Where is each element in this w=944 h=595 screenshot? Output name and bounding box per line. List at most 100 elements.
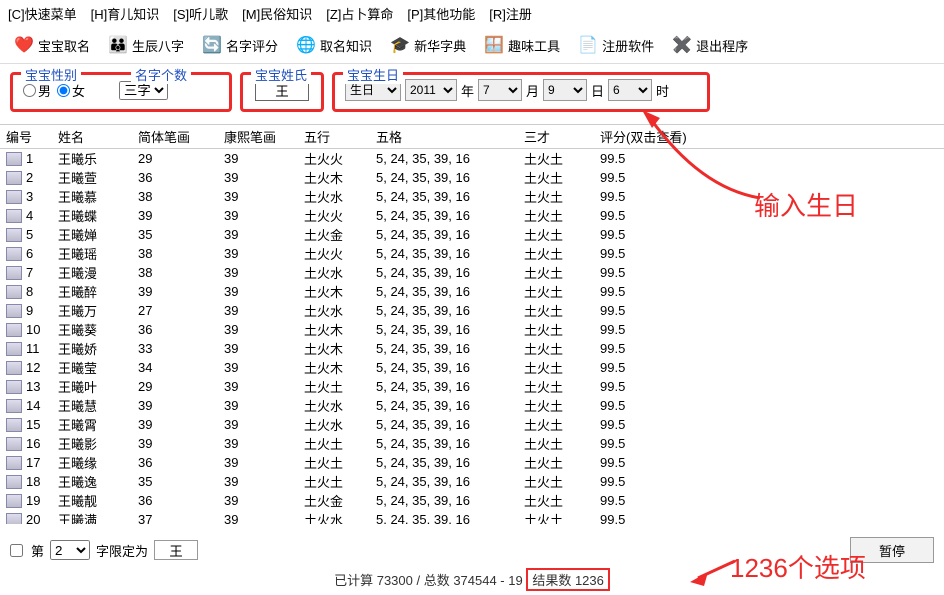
- menu-fortune[interactable]: [Z]占卜算命: [326, 4, 393, 23]
- cell-jianti: 36: [132, 491, 218, 510]
- bd-year-select[interactable]: 2011: [405, 79, 457, 101]
- cell-wuge: 5, 24, 35, 39, 16: [370, 396, 518, 415]
- table-row[interactable]: 4王曦蝶3939土火火5, 24, 35, 39, 16土火土99.5: [0, 206, 944, 225]
- tool-bazi[interactable]: 👪生辰八字: [100, 31, 192, 59]
- cell-id: 11: [0, 339, 52, 359]
- cell-wuge: 5, 24, 35, 39, 16: [370, 301, 518, 320]
- tool-knowledge[interactable]: 🌐取名知识: [288, 31, 380, 59]
- th-id[interactable]: 编号: [0, 125, 52, 148]
- menu-other[interactable]: [P]其他功能: [407, 4, 475, 23]
- tool-label: 退出程序: [696, 36, 748, 55]
- th-kangxi[interactable]: 康熙笔画: [218, 125, 298, 148]
- th-wuxing[interactable]: 五行: [298, 125, 370, 148]
- table-row[interactable]: 3王曦慕3839土火水5, 24, 35, 39, 16土火土99.5: [0, 187, 944, 206]
- cell-score: 99.5: [594, 377, 714, 396]
- radio-female-input[interactable]: [57, 84, 70, 97]
- tool-label: 名字评分: [226, 36, 278, 55]
- cell-score: 99.5: [594, 472, 714, 491]
- cell-wuge: 5, 24, 35, 39, 16: [370, 263, 518, 282]
- cell-id: 1: [0, 149, 52, 169]
- menu-bar: [C]快速菜单 [H]育儿知识 [S]听儿歌 [M]民俗知识 [Z]占卜算命 […: [0, 0, 944, 27]
- table-row[interactable]: 11王曦娇3339土火木5, 24, 35, 39, 16土火土99.5: [0, 339, 944, 358]
- table-row[interactable]: 9王曦万2739土火水5, 24, 35, 39, 16土火土99.5: [0, 301, 944, 320]
- table-row[interactable]: 7王曦漫3839土火水5, 24, 35, 39, 16土火土99.5: [0, 263, 944, 282]
- cell-sancai: 土火土: [518, 508, 594, 524]
- table-row[interactable]: 15王曦霄3939土火水5, 24, 35, 39, 16土火土99.5: [0, 415, 944, 434]
- th-sancai[interactable]: 三才: [518, 125, 594, 148]
- refresh-icon: 🔄: [202, 35, 222, 55]
- cell-kangxi: 39: [218, 168, 298, 187]
- tool-register[interactable]: 📄注册软件: [570, 31, 662, 59]
- table-row[interactable]: 10王曦葵3639土火木5, 24, 35, 39, 16土火土99.5: [0, 320, 944, 339]
- th-wuge[interactable]: 五格: [370, 125, 518, 148]
- cell-score: 99.5: [594, 320, 714, 339]
- cell-wuge: 5, 24, 35, 39, 16: [370, 320, 518, 339]
- cell-jianti: 35: [132, 225, 218, 244]
- char-position-select[interactable]: 2: [50, 540, 90, 560]
- cell-id: 7: [0, 263, 52, 283]
- th-score[interactable]: 评分(双击查看): [594, 125, 714, 148]
- menu-register[interactable]: [R]注册: [489, 4, 532, 23]
- cell-score: 99.5: [594, 339, 714, 358]
- group-surname: 宝宝姓氏: [240, 72, 324, 112]
- surname-legend: 宝宝姓氏: [251, 65, 311, 84]
- cell-kangxi: 39: [218, 187, 298, 206]
- table-row[interactable]: 20王曦满3739土火水5, 24, 35, 39, 16土火土99.5: [0, 510, 944, 524]
- table-row[interactable]: 14王曦慧3939土火水5, 24, 35, 39, 16土火土99.5: [0, 396, 944, 415]
- table-row[interactable]: 5王曦婵3539土火金5, 24, 35, 39, 16土火土99.5: [0, 225, 944, 244]
- cell-score: 99.5: [594, 225, 714, 244]
- th-name[interactable]: 姓名: [52, 125, 132, 148]
- table-row[interactable]: 6王曦瑶3839土火火5, 24, 35, 39, 16土火土99.5: [0, 244, 944, 263]
- fix-char-checkbox[interactable]: [10, 544, 23, 557]
- cell-jianti: 38: [132, 244, 218, 263]
- table-body: 1王曦乐2939土火火5, 24, 35, 39, 16土火土99.52王曦萱3…: [0, 149, 944, 524]
- bd-month-select[interactable]: 7: [478, 79, 522, 101]
- status-bar: 已计算 73300 / 总数 374544 - 19 结果数 1236: [0, 564, 944, 595]
- cell-score: 99.5: [594, 491, 714, 510]
- cell-id: 3: [0, 187, 52, 207]
- cell-jianti: 35: [132, 472, 218, 491]
- tool-naming[interactable]: ❤️宝宝取名: [6, 31, 98, 59]
- pause-button[interactable]: 暂停: [850, 537, 934, 563]
- cell-kangxi: 39: [218, 244, 298, 263]
- cell-wuge: 5, 24, 35, 39, 16: [370, 472, 518, 491]
- radio-male-input[interactable]: [23, 84, 36, 97]
- cell-jianti: 36: [132, 168, 218, 187]
- di-label: 第: [31, 541, 44, 560]
- table-row[interactable]: 18王曦逸3539土火土5, 24, 35, 39, 16土火土99.5: [0, 472, 944, 491]
- cell-score: 99.5: [594, 453, 714, 472]
- table-row[interactable]: 17王曦缘3639土火土5, 24, 35, 39, 16土火土99.5: [0, 453, 944, 472]
- document-icon: 📄: [578, 35, 598, 55]
- tool-fun[interactable]: 🪟趣味工具: [476, 31, 568, 59]
- menu-quick[interactable]: [C]快速菜单: [8, 4, 77, 23]
- cell-id: 4: [0, 206, 52, 226]
- tool-score[interactable]: 🔄名字评分: [194, 31, 286, 59]
- cell-id: 5: [0, 225, 52, 245]
- cell-wuge: 5, 24, 35, 39, 16: [370, 434, 518, 453]
- table-row[interactable]: 12王曦莹3439土火木5, 24, 35, 39, 16土火土99.5: [0, 358, 944, 377]
- bd-hour-select[interactable]: 6: [608, 79, 652, 101]
- table-row[interactable]: 8王曦醉3939土火木5, 24, 35, 39, 16土火土99.5: [0, 282, 944, 301]
- th-jianti[interactable]: 简体笔画: [132, 125, 218, 148]
- cell-id: 15: [0, 415, 52, 435]
- table-row[interactable]: 19王曦靓3639土火金5, 24, 35, 39, 16土火土99.5: [0, 491, 944, 510]
- table-row[interactable]: 16王曦影3939土火土5, 24, 35, 39, 16土火土99.5: [0, 434, 944, 453]
- bd-day-select[interactable]: 9: [543, 79, 587, 101]
- table-row[interactable]: 2王曦萱3639土火木5, 24, 35, 39, 16土火土99.5: [0, 168, 944, 187]
- menu-parenting[interactable]: [H]育儿知识: [91, 4, 160, 23]
- cell-jianti: 39: [132, 206, 218, 225]
- cell-wuge: 5, 24, 35, 39, 16: [370, 358, 518, 377]
- cell-score: 99.5: [594, 358, 714, 377]
- table-row[interactable]: 13王曦叶2939土火土5, 24, 35, 39, 16土火土99.5: [0, 377, 944, 396]
- cell-jianti: 39: [132, 282, 218, 301]
- tool-exit[interactable]: ✖️退出程序: [664, 31, 756, 59]
- cell-jianti: 36: [132, 320, 218, 339]
- table-row[interactable]: 1王曦乐2939土火火5, 24, 35, 39, 16土火土99.5: [0, 149, 944, 168]
- tool-dictionary[interactable]: 🎓新华字典: [382, 31, 474, 59]
- menu-songs[interactable]: [S]听儿歌: [173, 4, 228, 23]
- cell-score: 99.5: [594, 187, 714, 206]
- fix-char-input[interactable]: [154, 540, 198, 560]
- tool-label: 注册软件: [602, 36, 654, 55]
- graduate-icon: 🎓: [390, 35, 410, 55]
- menu-folklore[interactable]: [M]民俗知识: [242, 4, 312, 23]
